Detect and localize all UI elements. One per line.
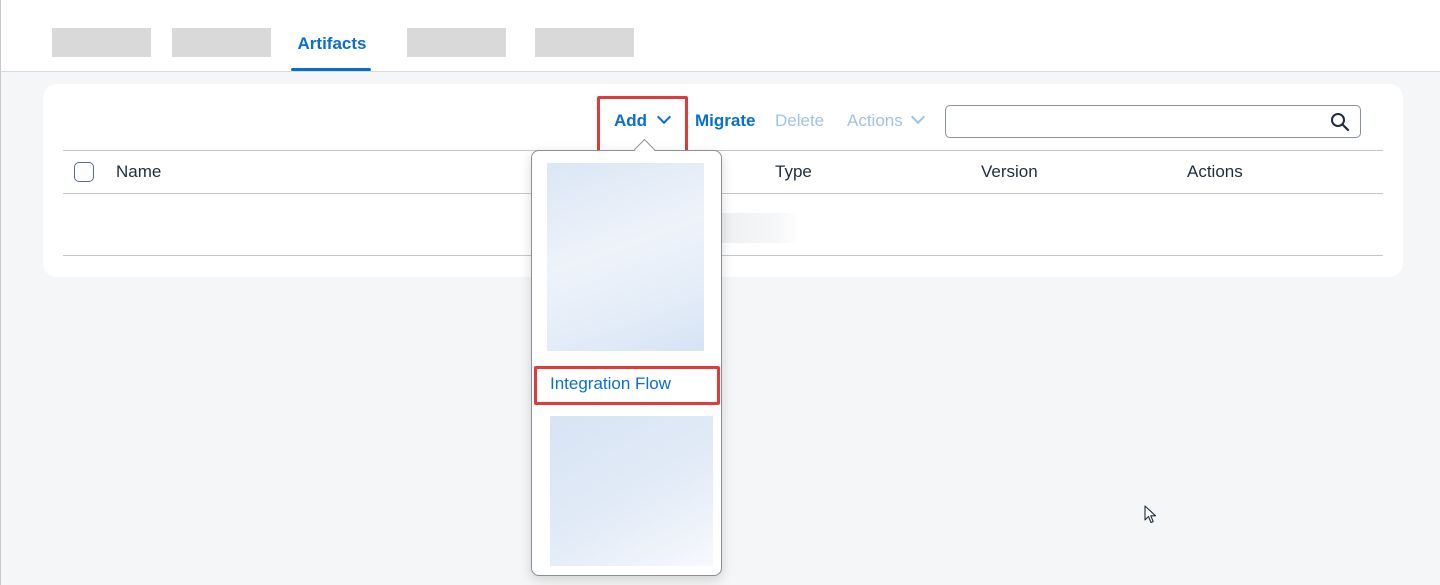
tab-placeholder[interactable] [407,28,506,57]
search-field[interactable] [945,105,1361,138]
actions-button-label: Actions [847,111,903,130]
mouse-cursor-icon [1144,505,1157,524]
table-header-border [63,193,1383,194]
tab-bar: Artifacts [0,0,1440,72]
menu-item-placeholder[interactable] [547,163,704,351]
table-top-border [63,150,1383,151]
search-input[interactable] [952,109,1326,135]
migrate-button[interactable]: Migrate [695,105,755,137]
tab-placeholder[interactable] [172,28,271,57]
table-bottom-border [63,255,1383,256]
select-all-checkbox[interactable] [74,162,94,182]
tab-artifacts[interactable]: Artifacts [292,28,372,72]
menu-item-placeholder[interactable] [550,416,713,566]
delete-button[interactable]: Delete [775,105,824,137]
tab-placeholder[interactable] [52,28,151,57]
integration-flow-highlight [534,366,720,405]
tab-placeholder[interactable] [535,28,634,57]
window-edge [0,72,1,585]
active-tab-indicator [291,68,371,71]
chevron-down-icon [910,109,925,125]
column-header-name[interactable]: Name [116,160,161,184]
table-row-placeholder [722,213,800,243]
actions-button[interactable]: Actions [847,105,925,137]
search-icon[interactable] [1330,112,1350,132]
column-header-type[interactable]: Type [775,160,812,184]
column-header-version[interactable]: Version [981,160,1038,184]
column-header-actions[interactable]: Actions [1187,160,1243,184]
